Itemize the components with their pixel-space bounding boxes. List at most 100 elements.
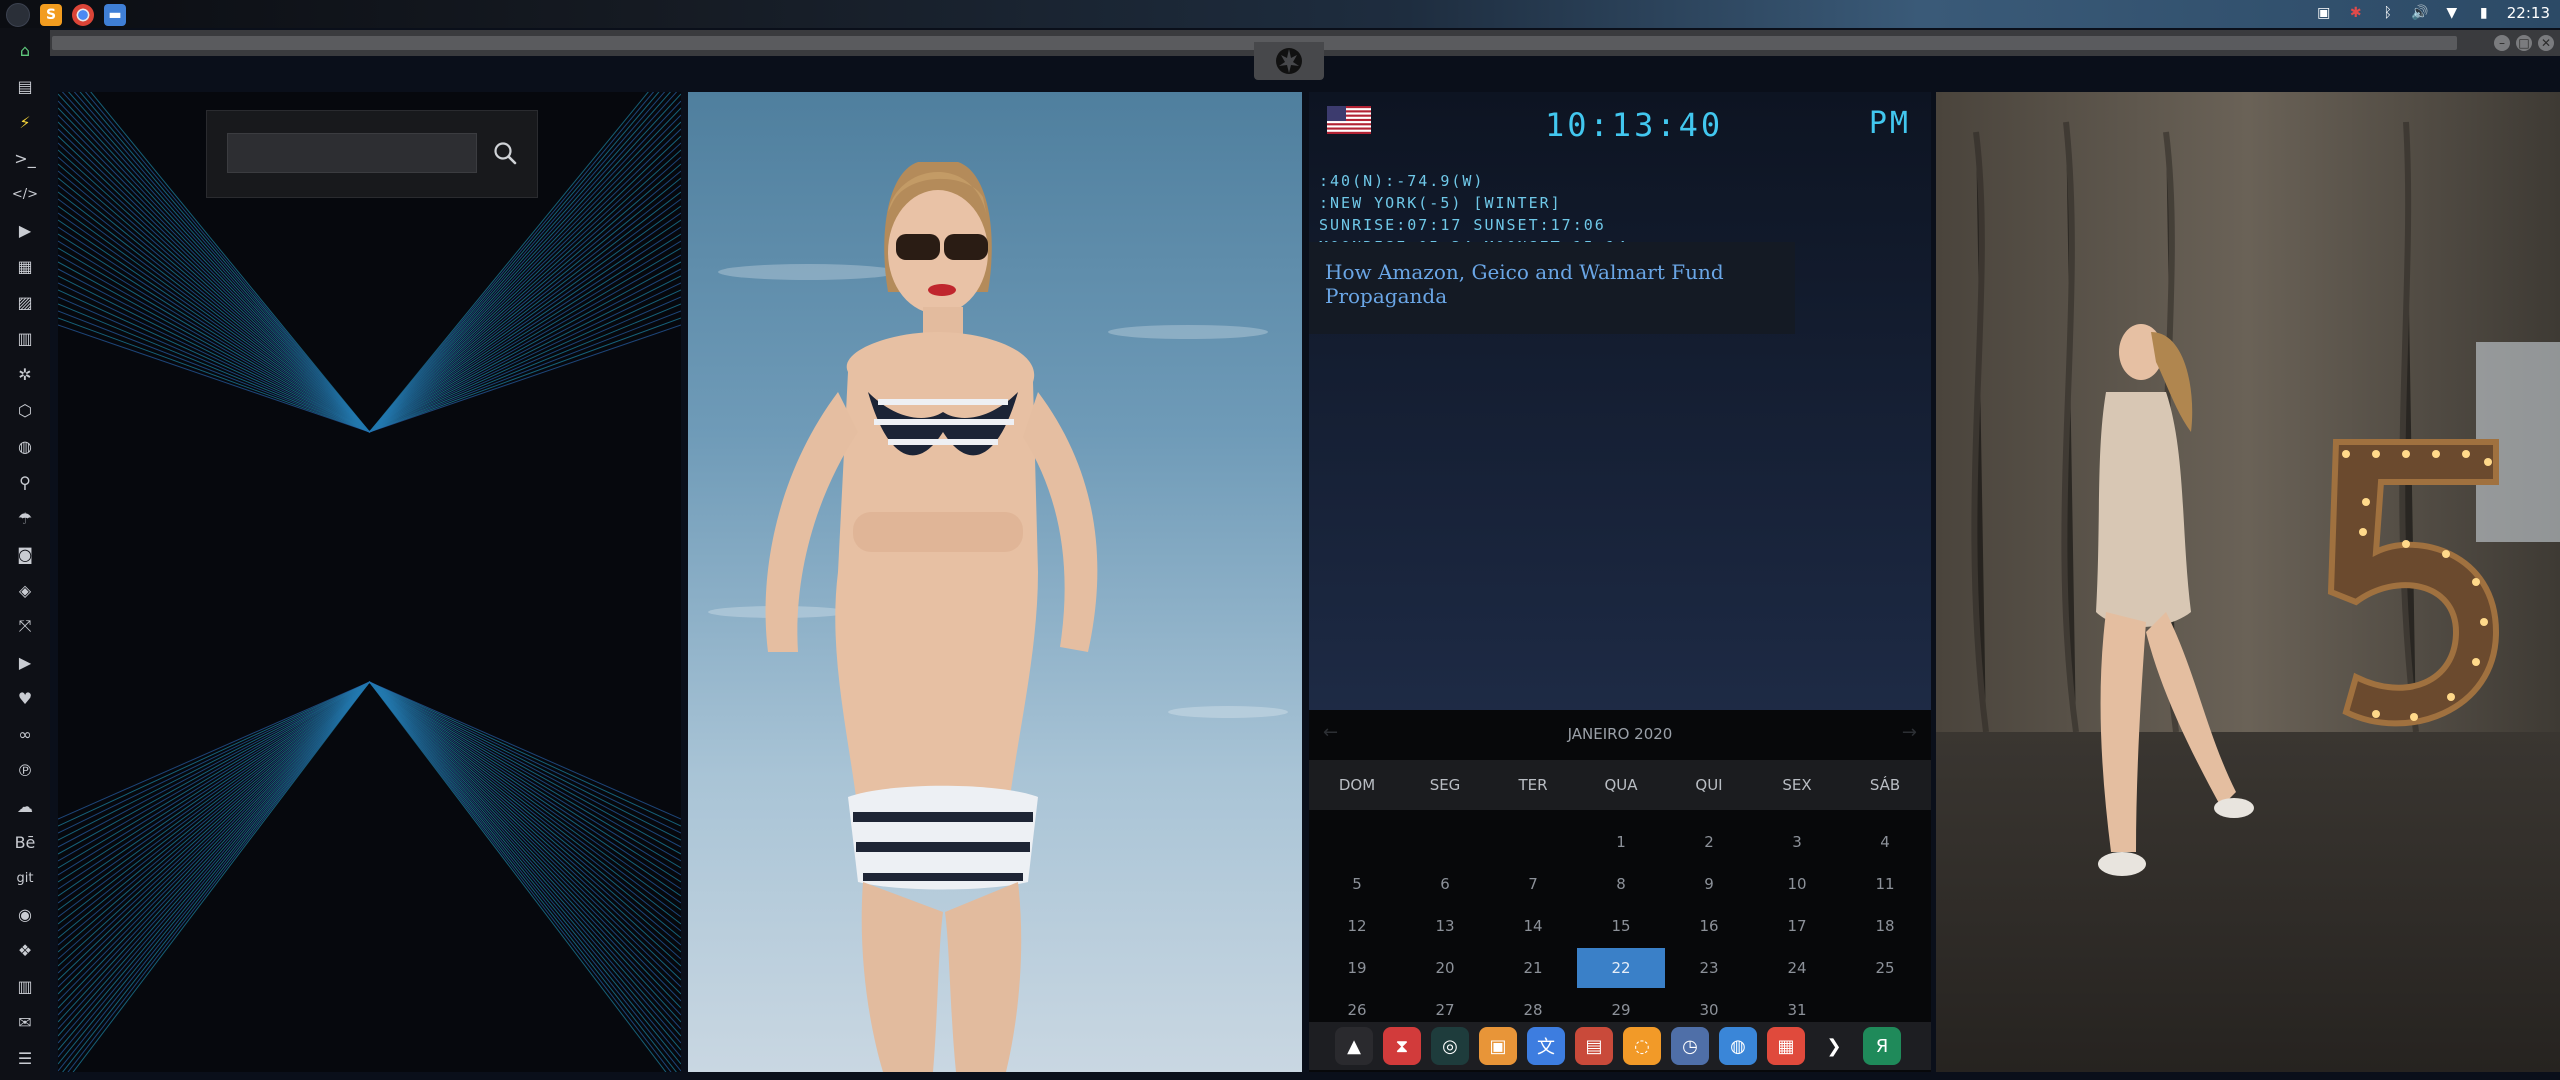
terminal-icon[interactable]: >_ bbox=[9, 144, 41, 172]
tag-icon[interactable]: ◈ bbox=[9, 576, 41, 604]
mail-icon[interactable]: ✉ bbox=[9, 1008, 41, 1036]
chevron-line bbox=[58, 681, 681, 1030]
hexagon-icon[interactable]: ⬡ bbox=[9, 396, 41, 424]
chrome-icon[interactable] bbox=[72, 4, 94, 26]
chevron-wallpaper-tile bbox=[58, 92, 681, 1072]
calendar-day[interactable]: 5 bbox=[1313, 864, 1401, 904]
yandex-icon[interactable]: Я bbox=[1863, 1027, 1901, 1065]
close-button[interactable]: ✕ bbox=[2538, 35, 2554, 51]
image-viewer-icon[interactable]: ▣ bbox=[2315, 4, 2333, 22]
rebel-alliance-icon[interactable] bbox=[1254, 42, 1324, 80]
heart-icon[interactable]: ♥ bbox=[9, 684, 41, 712]
calendar-day[interactable]: 8 bbox=[1577, 864, 1665, 904]
calendar-day[interactable]: 16 bbox=[1665, 906, 1753, 946]
bug-icon[interactable]: ✱ bbox=[2347, 4, 2365, 22]
code-icon[interactable]: </> bbox=[9, 180, 41, 208]
calendar-next-button[interactable]: → bbox=[1902, 722, 1917, 743]
calendar-day[interactable]: 4 bbox=[1841, 822, 1929, 862]
chevron-line bbox=[58, 681, 681, 988]
files-icon[interactable]: ▬ bbox=[104, 4, 126, 26]
github-icon[interactable]: ◉ bbox=[9, 900, 41, 928]
calendar-day[interactable]: 15 bbox=[1577, 906, 1665, 946]
contact-icon[interactable]: ◙ bbox=[9, 540, 41, 568]
browser-icon[interactable]: ◍ bbox=[1719, 1027, 1757, 1065]
system-monitor-icon[interactable]: ◎ bbox=[1431, 1027, 1469, 1065]
calendar-day[interactable]: 24 bbox=[1753, 948, 1841, 988]
calendar-day[interactable]: 6 bbox=[1401, 864, 1489, 904]
search-button[interactable] bbox=[487, 135, 523, 171]
youtube-icon[interactable]: ▶ bbox=[9, 648, 41, 676]
maximize-button[interactable]: □ bbox=[2516, 35, 2532, 51]
behance-icon[interactable]: Bē bbox=[9, 828, 41, 856]
settings-icon[interactable]: ✲ bbox=[9, 360, 41, 388]
calendar-day[interactable]: 18 bbox=[1841, 906, 1929, 946]
infinity-icon[interactable]: ∞ bbox=[9, 720, 41, 748]
calendar-day[interactable]: 17 bbox=[1753, 906, 1841, 946]
bolt-icon[interactable]: ⚡ bbox=[9, 108, 41, 136]
media-icon[interactable]: ▦ bbox=[9, 252, 41, 280]
calendar-day[interactable]: 9 bbox=[1665, 864, 1753, 904]
chevron-line bbox=[58, 681, 681, 1058]
calendar-day[interactable]: 11 bbox=[1841, 864, 1929, 904]
fashion-photo bbox=[1936, 92, 2560, 1072]
globe-icon[interactable]: ◍ bbox=[9, 432, 41, 460]
news-card[interactable]: How Amazon, Geico and Walmart Fund Propa… bbox=[1309, 242, 1795, 334]
search-input[interactable] bbox=[227, 133, 477, 173]
app-dock: ▲ ⧗ ◎ ▣ 文 ▤ ◌ ◷ ◍ ▦ ❯ Я bbox=[1309, 1022, 1931, 1070]
document-icon[interactable]: ▤ bbox=[9, 72, 41, 100]
clock[interactable]: 22:13 bbox=[2507, 4, 2550, 22]
search-icon[interactable]: ⚲ bbox=[9, 468, 41, 496]
git-icon[interactable]: git bbox=[9, 864, 41, 892]
bluetooth-icon[interactable]: ᛒ bbox=[2379, 4, 2397, 22]
battery-icon[interactable]: ▮ bbox=[2475, 4, 2493, 22]
calendar-day[interactable]: 21 bbox=[1489, 948, 1577, 988]
translate-icon[interactable]: 文 bbox=[1527, 1027, 1565, 1065]
umbrella-icon[interactable]: ☂ bbox=[9, 504, 41, 532]
calendar-day[interactable]: 10 bbox=[1753, 864, 1841, 904]
top-panel-apps: S ▬ bbox=[6, 3, 126, 27]
sublime-text-icon[interactable]: S bbox=[40, 4, 62, 26]
calendar-day-today[interactable]: 22 bbox=[1577, 948, 1665, 988]
expand-icon[interactable]: ⤧ bbox=[9, 612, 41, 640]
news-headline[interactable]: How Amazon, Geico and Walmart Fund Propa… bbox=[1325, 260, 1745, 308]
us-flag-icon bbox=[1327, 106, 1371, 134]
home-icon[interactable]: ⌂ bbox=[9, 36, 41, 64]
adobe-icon[interactable]: ▲ bbox=[1335, 1027, 1373, 1065]
list-icon[interactable]: ☰ bbox=[9, 1044, 41, 1072]
weekday-label: QUI bbox=[1695, 776, 1723, 794]
chevron-line bbox=[58, 226, 681, 433]
image-viewer-icon[interactable]: ▣ bbox=[1479, 1027, 1517, 1065]
calendar-day[interactable]: 7 bbox=[1489, 864, 1577, 904]
calendar-day[interactable]: 14 bbox=[1489, 906, 1577, 946]
calendar-day[interactable]: 3 bbox=[1753, 822, 1841, 862]
clock-app-icon[interactable]: ◷ bbox=[1671, 1027, 1709, 1065]
wifi-icon[interactable]: ▼ bbox=[2443, 4, 2461, 22]
launcher-icon[interactable] bbox=[6, 3, 30, 27]
arrow-app-icon[interactable]: ❯ bbox=[1815, 1027, 1853, 1065]
calendar-day[interactable]: 19 bbox=[1313, 948, 1401, 988]
chevron-line bbox=[58, 681, 681, 820]
news-icon[interactable]: ▥ bbox=[9, 324, 41, 352]
pinterest-icon[interactable]: ℗ bbox=[9, 756, 41, 784]
chevron-line bbox=[58, 681, 681, 967]
calendar-day[interactable]: 25 bbox=[1841, 948, 1929, 988]
calendar-day[interactable]: 13 bbox=[1401, 906, 1489, 946]
timer-icon[interactable]: ⧗ bbox=[1383, 1027, 1421, 1065]
image-icon[interactable]: ▨ bbox=[9, 288, 41, 316]
chevron-line bbox=[58, 681, 681, 1037]
map-icon[interactable]: ▥ bbox=[9, 972, 41, 1000]
cloud-icon[interactable]: ☁ bbox=[9, 792, 41, 820]
calendar-day[interactable]: 20 bbox=[1401, 948, 1489, 988]
calendar-day[interactable]: 2 bbox=[1665, 822, 1753, 862]
volume-icon[interactable]: 🔊 bbox=[2411, 4, 2429, 22]
minimize-button[interactable]: – bbox=[2494, 35, 2510, 51]
play-icon[interactable]: ▶ bbox=[9, 216, 41, 244]
cubes-icon[interactable]: ❖ bbox=[9, 936, 41, 964]
document-viewer-icon[interactable]: ▤ bbox=[1575, 1027, 1613, 1065]
calendar-app-icon[interactable]: ▦ bbox=[1767, 1027, 1805, 1065]
calendar-day[interactable]: 12 bbox=[1313, 906, 1401, 946]
search-app-icon[interactable]: ◌ bbox=[1623, 1027, 1661, 1065]
calendar-month-title: JANEIRO 2020 bbox=[1567, 725, 1673, 743]
calendar-day[interactable]: 23 bbox=[1665, 948, 1753, 988]
calendar-day[interactable]: 1 bbox=[1577, 822, 1665, 862]
